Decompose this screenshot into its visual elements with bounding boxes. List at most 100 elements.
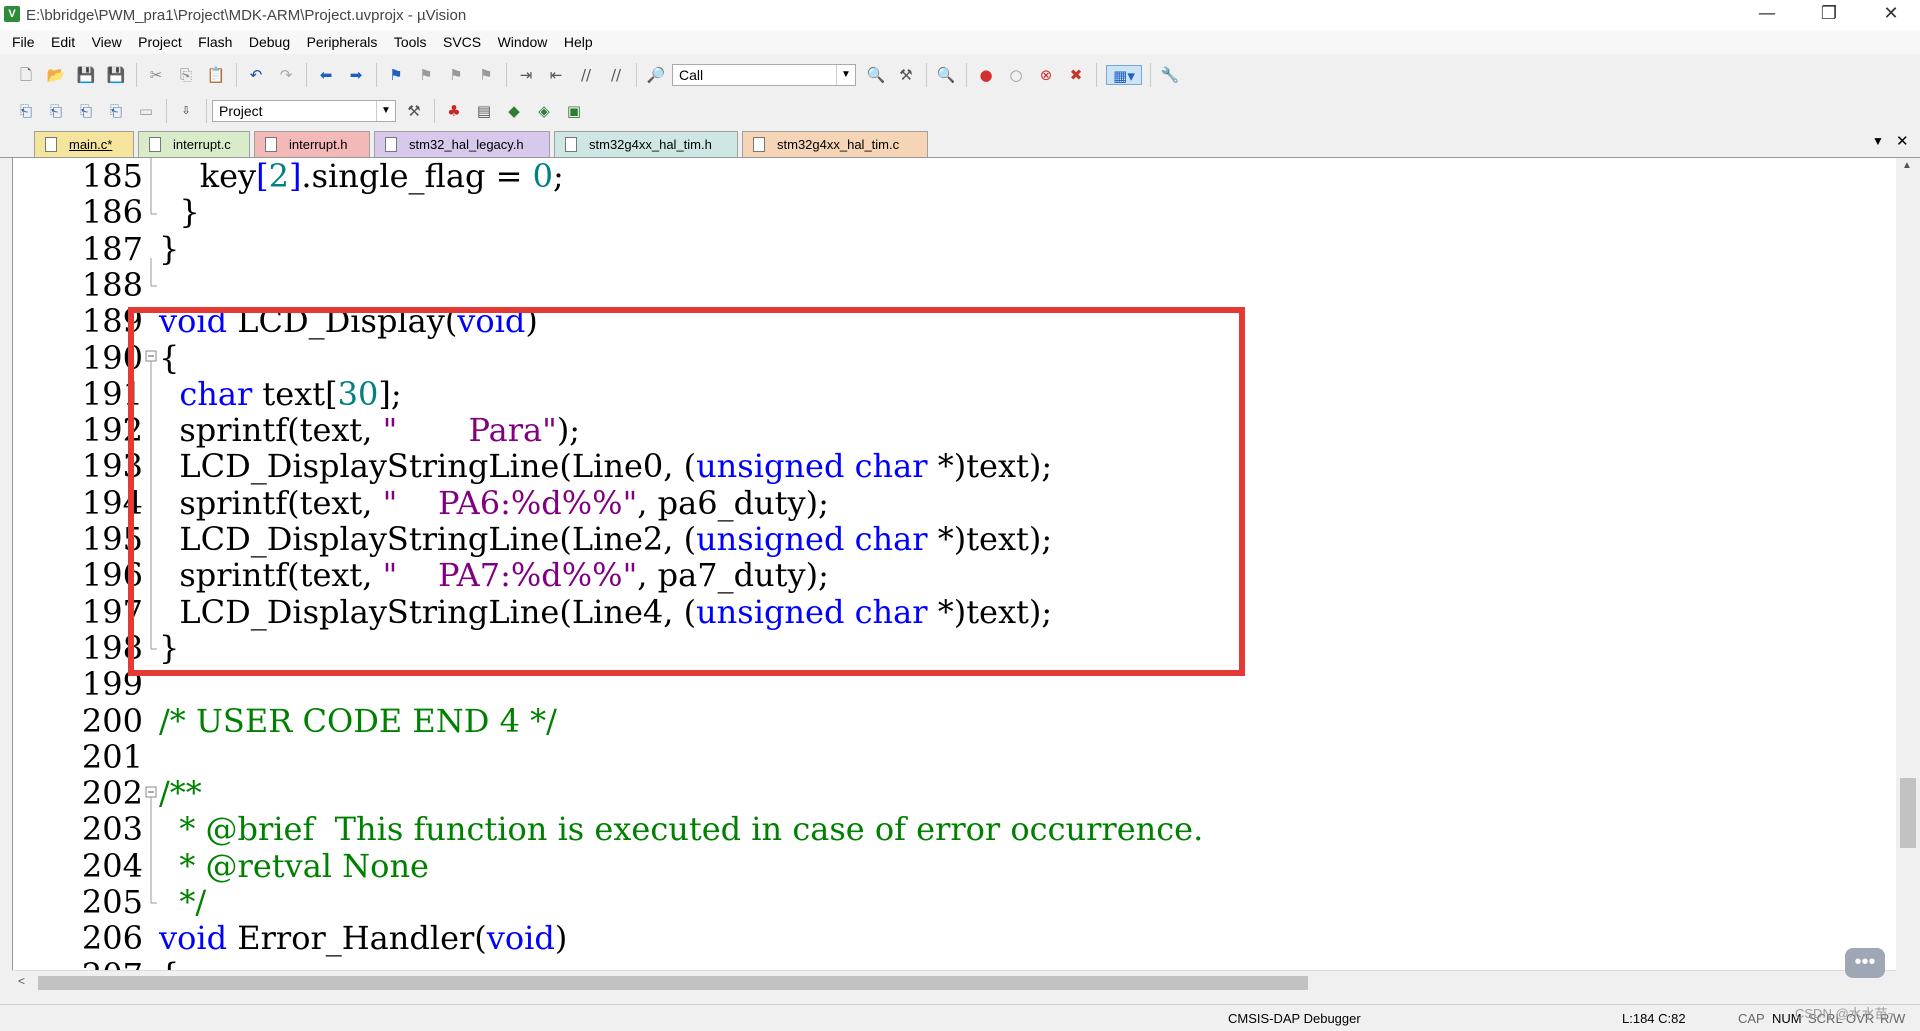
- uncomment-icon[interactable]: //: [606, 65, 626, 85]
- tab-interrupt-c[interactable]: interrupt.c: [138, 131, 250, 157]
- incremental-find-icon[interactable]: ⚒: [896, 65, 916, 85]
- horizontal-scrollbar[interactable]: <: [12, 970, 1896, 993]
- copy-icon[interactable]: ⎘: [176, 65, 196, 85]
- horizontal-scroll-thumb[interactable]: [38, 976, 1308, 990]
- scroll-up-icon[interactable]: ▲: [1902, 160, 1912, 171]
- new-file-icon[interactable]: 🗋: [16, 65, 36, 85]
- clear-bookmarks-icon[interactable]: ⚑: [476, 65, 496, 85]
- save-all-icon[interactable]: 💾: [106, 65, 126, 85]
- find-combo[interactable]: Call ▼: [672, 64, 856, 86]
- line-number: 186: [81, 193, 143, 232]
- navigate-back-icon[interactable]: ⬅: [316, 65, 336, 85]
- tab-label: stm32g4xx_hal_tim.h: [589, 137, 712, 152]
- manage-rte-icon[interactable]: ◆: [504, 101, 524, 121]
- find-icon[interactable]: 🔍: [866, 65, 886, 85]
- line-number: 200: [81, 701, 143, 740]
- translate-icon[interactable]: ⎗: [16, 101, 36, 121]
- pack-installer-icon[interactable]: ◈: [534, 101, 554, 121]
- comment-icon[interactable]: //: [576, 65, 596, 85]
- status-cursor-position: L:184 C:82: [1622, 1011, 1686, 1026]
- next-bookmark-icon[interactable]: ⚑: [446, 65, 466, 85]
- configure-icon[interactable]: 🔧: [1160, 65, 1180, 85]
- open-file-icon[interactable]: 📂: [46, 65, 66, 85]
- menu-flash[interactable]: Flash: [198, 30, 232, 54]
- tab-stm32g4xx-hal-tim-h[interactable]: stm32g4xx_hal_tim.h: [554, 131, 738, 157]
- kill-breakpoints-icon[interactable]: ✖: [1066, 65, 1086, 85]
- scroll-left-icon[interactable]: <: [18, 974, 25, 988]
- menu-view[interactable]: View: [92, 30, 122, 54]
- line-number: 207: [13, 956, 143, 970]
- menu-svcs[interactable]: SVCS: [443, 30, 481, 54]
- undo-icon[interactable]: ↶: [246, 65, 266, 85]
- line-number-gutter: 185 186 187 188 189 190 191 192 193 194 …: [13, 158, 143, 970]
- tab-main-c[interactable]: main.c*: [34, 131, 134, 157]
- navigate-forward-icon[interactable]: ➡: [346, 65, 366, 85]
- redo-icon[interactable]: ↷: [276, 65, 296, 85]
- menu-window[interactable]: Window: [498, 30, 548, 54]
- target-combo-value: Project: [219, 103, 263, 119]
- menu-project[interactable]: Project: [138, 30, 182, 54]
- vertical-scrollbar[interactable]: ▲: [1896, 158, 1920, 970]
- menu-file[interactable]: File: [12, 30, 35, 54]
- tab-list-dropdown-icon[interactable]: ▼: [1872, 134, 1884, 148]
- menu-edit[interactable]: Edit: [51, 30, 75, 54]
- code-line: key[2].single_flag = 0;: [159, 158, 564, 195]
- target-combo[interactable]: Project ▼: [212, 100, 396, 122]
- cut-icon[interactable]: ✂: [146, 65, 166, 85]
- line-number: 187: [81, 229, 143, 268]
- window-layout-icon[interactable]: ▦▾: [1106, 65, 1142, 85]
- line-number: 199: [81, 665, 143, 704]
- tab-stm32-hal-legacy-h[interactable]: stm32_hal_legacy.h: [374, 131, 550, 157]
- chevron-down-icon[interactable]: ▼: [376, 101, 395, 121]
- menu-tools[interactable]: Tools: [394, 30, 427, 54]
- debug-session-icon[interactable]: 🔍: [936, 65, 956, 85]
- line-number: 189: [81, 302, 143, 341]
- vertical-scroll-thumb[interactable]: [1900, 778, 1916, 848]
- unindent-icon[interactable]: ⇤: [546, 65, 566, 85]
- tab-label: interrupt.h: [289, 137, 348, 152]
- line-number: 201: [81, 737, 143, 776]
- find-in-files-icon[interactable]: 🔎: [646, 65, 666, 85]
- target-options-icon[interactable]: ⚒: [404, 101, 424, 121]
- status-debugger: CMSIS-DAP Debugger: [1228, 1011, 1361, 1026]
- menu-help[interactable]: Help: [564, 30, 593, 54]
- stop-build-icon[interactable]: ▭: [136, 101, 156, 121]
- menu-debug[interactable]: Debug: [249, 30, 290, 54]
- rebuild-icon[interactable]: ⎗: [76, 101, 96, 121]
- chevron-down-icon[interactable]: ▼: [836, 65, 855, 85]
- save-icon[interactable]: 💾: [76, 65, 96, 85]
- code-line: /**: [159, 774, 202, 813]
- line-number: 202: [81, 774, 143, 813]
- prev-bookmark-icon[interactable]: ⚑: [416, 65, 436, 85]
- batch-build-icon[interactable]: ⎗: [106, 101, 126, 121]
- restore-button[interactable]: ❐: [1806, 0, 1852, 30]
- paste-icon[interactable]: 📋: [206, 65, 226, 85]
- line-number: 195: [81, 520, 143, 558]
- chat-bubble-icon[interactable]: •••: [1845, 948, 1885, 978]
- watermark: CSDN @水水苗~: [1795, 1006, 1896, 1021]
- code-line: {: [159, 956, 179, 970]
- insert-breakpoint-icon[interactable]: ●: [976, 65, 996, 85]
- disable-breakpoints-icon[interactable]: ⊗: [1036, 65, 1056, 85]
- status-cap: CAP: [1738, 1011, 1765, 1026]
- indent-icon[interactable]: ⇥: [516, 65, 536, 85]
- download-icon[interactable]: ⇩: [176, 101, 196, 121]
- tab-interrupt-h[interactable]: interrupt.h: [254, 131, 370, 157]
- select-packs-icon[interactable]: ▤: [474, 101, 494, 121]
- close-button[interactable]: ✕: [1868, 0, 1914, 30]
- tab-stm32g4xx-hal-tim-c[interactable]: stm32g4xx_hal_tim.c: [742, 131, 928, 157]
- line-number: 191: [81, 374, 143, 413]
- enable-breakpoint-icon[interactable]: ○: [1006, 65, 1026, 85]
- line-number: 194: [81, 483, 143, 522]
- bookmark-icon[interactable]: ⚑: [386, 65, 406, 85]
- code-line: * @brief This function is executed in ca…: [159, 810, 1204, 849]
- title-bar: V E:\bbridge\PWM_pra1\Project\MDK-ARM\Pr…: [0, 0, 1920, 30]
- build-icon[interactable]: ⎗: [46, 101, 66, 121]
- menu-peripherals[interactable]: Peripherals: [307, 30, 378, 54]
- document-icon: [149, 137, 161, 152]
- close-tab-icon[interactable]: ✕: [1896, 132, 1909, 150]
- minimize-button[interactable]: —: [1744, 0, 1790, 30]
- manage-project-items-icon[interactable]: ♣: [444, 101, 464, 121]
- manage-run-time-icon[interactable]: ▣: [564, 101, 584, 121]
- document-icon: [265, 137, 277, 152]
